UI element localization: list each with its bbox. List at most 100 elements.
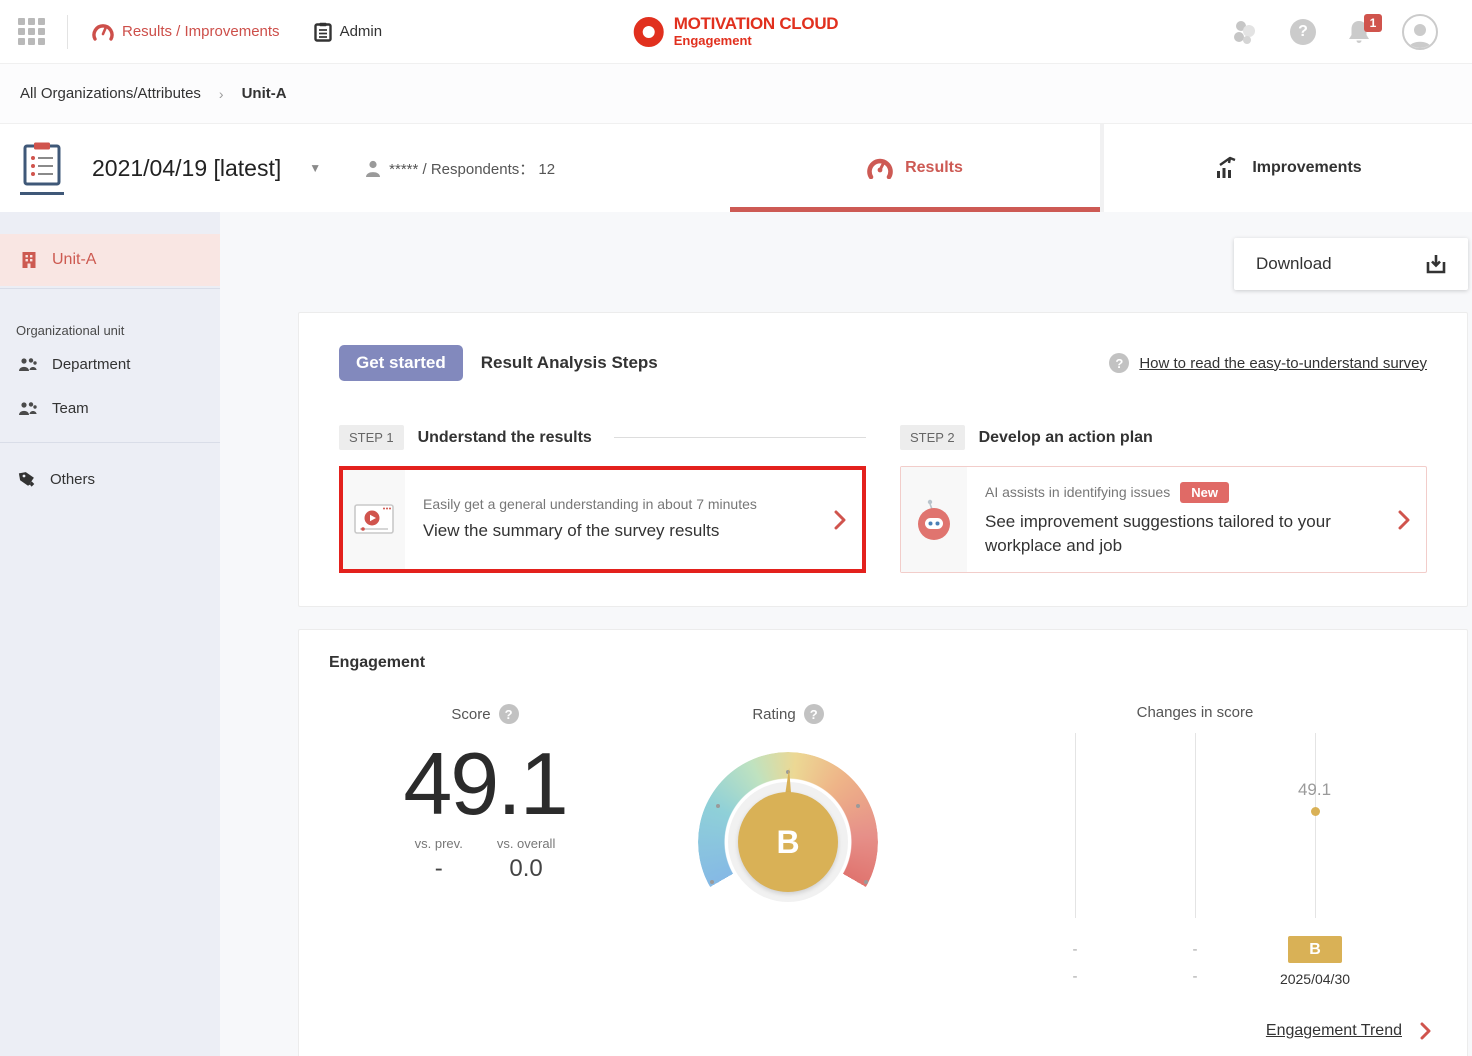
- gauge-icon: [92, 23, 114, 41]
- download-button-label: Download: [1256, 254, 1332, 274]
- step-divider-line: [614, 437, 866, 438]
- sidebar-item-others[interactable]: Others: [0, 457, 220, 501]
- chart-gridline: 49.1: [1315, 733, 1316, 918]
- clipboard-icon: [314, 22, 332, 42]
- score-help-icon[interactable]: [499, 704, 519, 724]
- sidebar-divider: [0, 442, 220, 443]
- chart-date-label: 2025/04/30: [1280, 971, 1350, 987]
- rating-label: Rating: [752, 706, 795, 723]
- respondents-label: ***** / Respondents： 12: [389, 158, 555, 179]
- new-badge: New: [1180, 482, 1229, 503]
- step2-badge: STEP 2: [900, 425, 965, 450]
- breadcrumb-parent[interactable]: All Organizations/Attributes: [20, 85, 201, 102]
- logo-title: MOTIVATION CLOUD: [674, 15, 839, 34]
- empty-rating: -: [1073, 936, 1078, 963]
- download-button[interactable]: Download: [1234, 238, 1468, 290]
- rating-value-badge: B: [738, 792, 838, 892]
- score-section: Score 49.1 vs. prev. - vs. overall 0.0: [335, 704, 635, 1010]
- help-icon: [1109, 353, 1129, 373]
- changes-in-score-chart: Changes in score - - -: [953, 704, 1437, 1010]
- rating-help-icon[interactable]: [804, 704, 824, 724]
- sidebar-item-department[interactable]: Department: [0, 342, 220, 386]
- improvements-chart-icon: [1214, 156, 1240, 180]
- sidebar-item-team[interactable]: Team: [0, 386, 220, 430]
- breadcrumb: All Organizations/Attributes › Unit-A: [0, 64, 1472, 124]
- header-divider: [67, 15, 68, 49]
- engagement-title: Engagement: [329, 654, 1437, 672]
- chart-title: Changes in score: [953, 704, 1437, 721]
- tab-results[interactable]: Results: [730, 124, 1100, 212]
- person-icon: [365, 160, 381, 177]
- notifications-button[interactable]: 1: [1346, 18, 1372, 46]
- tag-icon: [18, 470, 36, 488]
- vs-prev-label: vs. prev.: [415, 836, 463, 851]
- vs-prev-value: -: [415, 855, 463, 883]
- result-analysis-title: Result Analysis Steps: [481, 353, 658, 373]
- empty-date: -: [1073, 963, 1078, 990]
- step2-card-subtitle: AI assists in identifying issues: [985, 484, 1170, 500]
- app-grid-icon[interactable]: [18, 18, 45, 45]
- chevron-right-icon: [1398, 467, 1426, 572]
- chart-column-1: - -: [1015, 733, 1135, 1010]
- step1-card-subtitle: Easily get a general understanding in ab…: [423, 496, 816, 512]
- chevron-right-icon: ›: [219, 86, 224, 102]
- download-icon: [1424, 252, 1448, 276]
- chart-gridline: [1075, 733, 1076, 918]
- improvement-suggestions-card[interactable]: AI assists in identifying issues New See…: [900, 466, 1427, 573]
- how-to-read-link[interactable]: How to read the easy-to-understand surve…: [1139, 355, 1427, 372]
- rating-section: Rating B: [663, 704, 913, 1010]
- sidebar-item-unit-a-label: Unit-A: [52, 251, 96, 269]
- survey-date-select[interactable]: 2021/04/19 [latest]: [92, 155, 281, 182]
- breadcrumb-current: Unit-A: [242, 85, 287, 102]
- nav-admin-label: Admin: [340, 23, 383, 40]
- building-icon: [20, 251, 38, 269]
- logo-subtitle: Engagement: [674, 33, 839, 48]
- main-content: Download Get started Result Analysis Ste…: [220, 212, 1472, 1056]
- engagement-card: Engagement Score 49.1 vs. prev. -: [298, 629, 1468, 1056]
- sidebar-group-label: Organizational unit: [16, 323, 220, 338]
- chevron-right-icon: [834, 470, 862, 569]
- step2-title: Develop an action plan: [979, 429, 1153, 447]
- chevron-down-icon[interactable]: ▼: [309, 161, 321, 175]
- survey-clipboard-icon: [20, 141, 64, 195]
- avatar[interactable]: [1402, 14, 1438, 50]
- nav-results-improvements[interactable]: Results / Improvements: [92, 23, 280, 41]
- step2-card-title: See improvement suggestions tailored to …: [985, 510, 1380, 558]
- sidebar-item-unit-a[interactable]: Unit-A: [0, 234, 220, 286]
- chart-rating-badge: B: [1288, 936, 1342, 963]
- sidebar-divider: [0, 288, 220, 289]
- people-icon: [18, 357, 38, 372]
- data-point-label: 49.1: [1285, 780, 1345, 800]
- people-icon: [18, 401, 38, 416]
- chart-column-2: - -: [1135, 733, 1255, 1010]
- data-point-dot: [1311, 807, 1320, 816]
- tab-results-label: Results: [905, 159, 963, 177]
- nav-admin[interactable]: Admin: [314, 22, 383, 42]
- sidebar-item-team-label: Team: [52, 400, 89, 417]
- view-summary-card[interactable]: Easily get a general understanding in ab…: [339, 466, 866, 573]
- result-analysis-card: Get started Result Analysis Steps How to…: [298, 312, 1468, 607]
- empty-date: -: [1193, 963, 1198, 990]
- logo-ring-icon: [634, 17, 664, 47]
- survey-bar: 2021/04/19 [latest] ▼ ***** / Respondent…: [0, 124, 1472, 212]
- tab-improvements[interactable]: Improvements: [1104, 124, 1472, 212]
- step1-title: Understand the results: [418, 429, 592, 447]
- help-icon[interactable]: [1290, 19, 1316, 45]
- notification-badge: 1: [1364, 14, 1382, 32]
- survey-icon-underline: [20, 192, 64, 195]
- rating-gauge: B: [696, 752, 880, 910]
- respondents-info: ***** / Respondents： 12: [365, 158, 555, 179]
- video-icon: [343, 470, 405, 569]
- sidebar-item-department-label: Department: [52, 356, 130, 373]
- score-value: 49.1: [335, 738, 635, 830]
- tab-improvements-label: Improvements: [1252, 159, 1361, 177]
- apps-cluster-icon[interactable]: [1230, 17, 1260, 47]
- chart-column-3: 49.1 B 2025/04/30: [1255, 733, 1375, 1010]
- nav-results-improvements-label: Results / Improvements: [122, 23, 280, 40]
- engagement-trend-link[interactable]: Engagement Trend: [1266, 1022, 1402, 1040]
- app-logo: MOTIVATION CLOUD Engagement: [634, 15, 839, 49]
- get-started-badge: Get started: [339, 345, 463, 381]
- score-label: Score: [451, 706, 490, 723]
- chart-gridline: [1195, 733, 1196, 918]
- sidebar: Unit-A Organizational unit Department Te…: [0, 212, 220, 1056]
